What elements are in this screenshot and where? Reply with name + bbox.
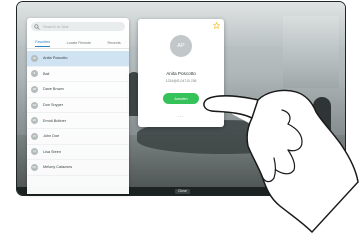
pointing-hand-illustration <box>203 89 359 233</box>
